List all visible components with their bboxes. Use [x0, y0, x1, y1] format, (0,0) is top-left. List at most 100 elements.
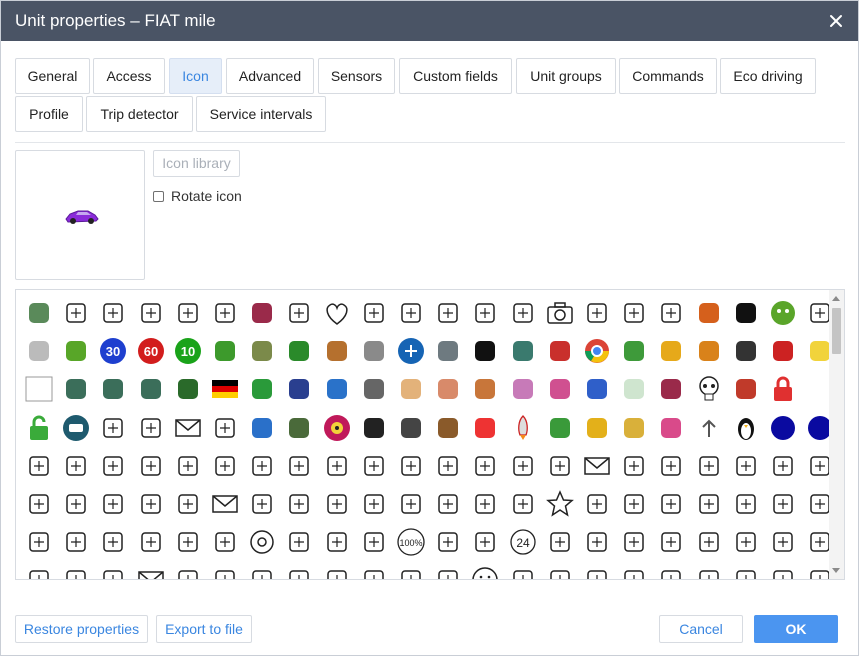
- icon-cell[interactable]: [245, 334, 279, 368]
- icon-cell[interactable]: [654, 449, 688, 483]
- icon-cell[interactable]: [171, 411, 205, 445]
- icon-cell[interactable]: [357, 563, 391, 579]
- icon-cell[interactable]: [617, 487, 651, 521]
- icon-cell[interactable]: [692, 487, 726, 521]
- icon-cell[interactable]: [617, 411, 651, 445]
- icon-cell[interactable]: [617, 334, 651, 368]
- tab-profile[interactable]: Profile: [15, 96, 83, 132]
- icon-cell[interactable]: [245, 525, 279, 559]
- icon-cell[interactable]: [617, 563, 651, 579]
- icon-cell[interactable]: [580, 563, 614, 579]
- icon-cell[interactable]: [431, 372, 465, 406]
- icon-cell[interactable]: [431, 525, 465, 559]
- icon-cell[interactable]: [245, 487, 279, 521]
- icon-cell[interactable]: [171, 296, 205, 330]
- icon-cell[interactable]: [171, 563, 205, 579]
- icon-cell[interactable]: [134, 411, 168, 445]
- icon-cell[interactable]: [22, 411, 56, 445]
- icon-cell[interactable]: [729, 563, 763, 579]
- icon-cell[interactable]: [431, 334, 465, 368]
- icon-cell[interactable]: [654, 296, 688, 330]
- icon-cell[interactable]: [96, 525, 130, 559]
- icon-cell[interactable]: [208, 334, 242, 368]
- icon-cell[interactable]: [654, 487, 688, 521]
- icon-cell[interactable]: [543, 487, 577, 521]
- restore-properties-button[interactable]: Restore properties: [15, 615, 148, 643]
- icon-cell[interactable]: [282, 525, 316, 559]
- icon-cell[interactable]: [692, 563, 726, 579]
- icon-cell[interactable]: [729, 372, 763, 406]
- icon-cell[interactable]: [208, 563, 242, 579]
- icon-cell[interactable]: [394, 334, 428, 368]
- icon-cell[interactable]: [245, 296, 279, 330]
- tab-eco-driving[interactable]: Eco driving: [720, 58, 816, 94]
- tab-service-intervals[interactable]: Service intervals: [196, 96, 326, 132]
- icon-cell[interactable]: [320, 525, 354, 559]
- icon-cell[interactable]: [766, 449, 800, 483]
- scroll-thumb[interactable]: [832, 308, 841, 354]
- icon-cell[interactable]: [692, 525, 726, 559]
- icon-cell[interactable]: [96, 411, 130, 445]
- icon-cell[interactable]: [22, 525, 56, 559]
- icon-cell[interactable]: [320, 487, 354, 521]
- icon-cell[interactable]: [506, 296, 540, 330]
- tab-sensors[interactable]: Sensors: [318, 58, 395, 94]
- icon-cell[interactable]: [729, 334, 763, 368]
- scroll-up-arrow[interactable]: [832, 296, 840, 301]
- icon-cell[interactable]: 30: [96, 334, 130, 368]
- icon-cell[interactable]: [357, 411, 391, 445]
- icon-cell[interactable]: [96, 372, 130, 406]
- icon-cell[interactable]: [654, 525, 688, 559]
- icon-cell[interactable]: [59, 334, 93, 368]
- icon-cell[interactable]: [692, 411, 726, 445]
- icon-cell[interactable]: [282, 372, 316, 406]
- icon-cell[interactable]: [580, 525, 614, 559]
- icon-cell[interactable]: [766, 411, 800, 445]
- icon-cell[interactable]: [208, 487, 242, 521]
- icon-cell[interactable]: [766, 334, 800, 368]
- icon-cell[interactable]: [506, 449, 540, 483]
- icon-cell[interactable]: [654, 563, 688, 579]
- icon-cell[interactable]: [134, 563, 168, 579]
- icon-cell[interactable]: [394, 563, 428, 579]
- icon-cell[interactable]: [692, 334, 726, 368]
- icon-cell[interactable]: [431, 296, 465, 330]
- icon-cell[interactable]: [468, 372, 502, 406]
- icon-cell[interactable]: [654, 372, 688, 406]
- icon-cell[interactable]: [245, 411, 279, 445]
- icon-cell[interactable]: [543, 296, 577, 330]
- icon-cell[interactable]: [59, 525, 93, 559]
- icon-cell[interactable]: [394, 296, 428, 330]
- icon-cell[interactable]: [654, 334, 688, 368]
- icon-cell[interactable]: [22, 487, 56, 521]
- tab-custom-fields[interactable]: Custom fields: [399, 58, 512, 94]
- icon-cell[interactable]: [208, 525, 242, 559]
- icon-cell[interactable]: [580, 296, 614, 330]
- icon-cell[interactable]: [282, 449, 316, 483]
- icon-cell[interactable]: [431, 449, 465, 483]
- icon-cell[interactable]: [617, 449, 651, 483]
- icon-cell[interactable]: [208, 449, 242, 483]
- icon-cell[interactable]: [245, 372, 279, 406]
- ok-button[interactable]: OK: [754, 615, 838, 643]
- icon-cell[interactable]: [208, 372, 242, 406]
- icon-cell[interactable]: [22, 372, 56, 406]
- icon-cell[interactable]: [320, 411, 354, 445]
- icon-cell[interactable]: [171, 372, 205, 406]
- icon-cell[interactable]: [22, 563, 56, 579]
- icon-cell[interactable]: [357, 334, 391, 368]
- icon-cell[interactable]: [59, 487, 93, 521]
- icon-cell[interactable]: [134, 487, 168, 521]
- tab-commands[interactable]: Commands: [619, 58, 717, 94]
- icon-cell[interactable]: [692, 372, 726, 406]
- icon-cell[interactable]: [580, 334, 614, 368]
- icon-cell[interactable]: [431, 487, 465, 521]
- icon-cell[interactable]: [431, 411, 465, 445]
- icon-cell[interactable]: [543, 525, 577, 559]
- icon-cell[interactable]: [729, 411, 763, 445]
- icon-cell[interactable]: [431, 563, 465, 579]
- icon-cell[interactable]: [171, 487, 205, 521]
- icon-cell[interactable]: [134, 372, 168, 406]
- icon-cell[interactable]: [468, 411, 502, 445]
- icon-cell[interactable]: [543, 449, 577, 483]
